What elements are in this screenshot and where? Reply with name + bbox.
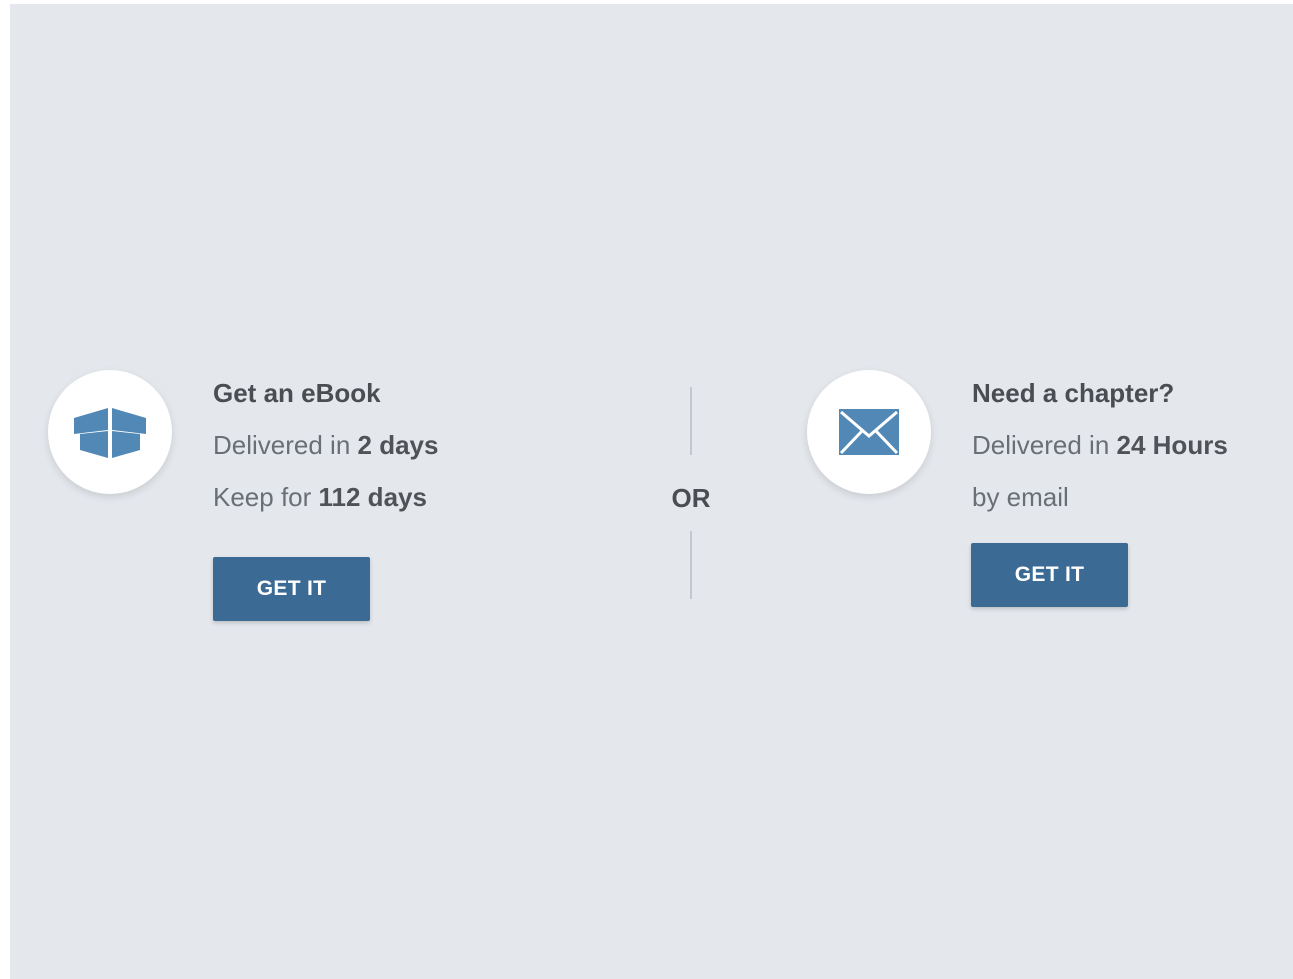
ebook-offer-details: Get an eBook Delivered in 2 days Keep fo… bbox=[213, 378, 438, 512]
ebook-keep-prefix: Keep for bbox=[213, 482, 319, 512]
chapter-delivery-prefix: Delivered in bbox=[972, 430, 1117, 460]
divider-line-top bbox=[690, 387, 692, 455]
chapter-delivery-method: by email bbox=[972, 482, 1069, 512]
open-box-icon bbox=[72, 404, 148, 460]
chapter-offer-title: Need a chapter? bbox=[972, 378, 1175, 408]
ebook-delivery-value: 2 days bbox=[357, 430, 439, 460]
chapter-delivery-line: Delivered in 24 Hours bbox=[972, 430, 1228, 460]
divider-line-bottom bbox=[690, 531, 692, 599]
ebook-delivery-prefix: Delivered in bbox=[213, 430, 358, 460]
or-label: OR bbox=[671, 483, 711, 513]
ebook-keep-line: Keep for 112 days bbox=[213, 482, 438, 512]
ebook-offer-title: Get an eBook bbox=[213, 378, 381, 408]
get-chapter-button[interactable]: GET IT bbox=[971, 543, 1128, 607]
chapter-icon-circle bbox=[807, 370, 931, 494]
get-ebook-button[interactable]: GET IT bbox=[213, 557, 370, 621]
envelope-icon bbox=[838, 407, 900, 457]
offer-panel: Get an eBook Delivered in 2 days Keep fo… bbox=[10, 4, 1293, 979]
ebook-keep-value: 112 days bbox=[318, 482, 427, 512]
chapter-delivery-value: 24 Hours bbox=[1116, 430, 1228, 460]
ebook-icon-circle bbox=[48, 370, 172, 494]
ebook-delivery-line: Delivered in 2 days bbox=[213, 430, 438, 460]
chapter-offer-details: Need a chapter? Delivered in 24 Hours by… bbox=[972, 378, 1228, 512]
